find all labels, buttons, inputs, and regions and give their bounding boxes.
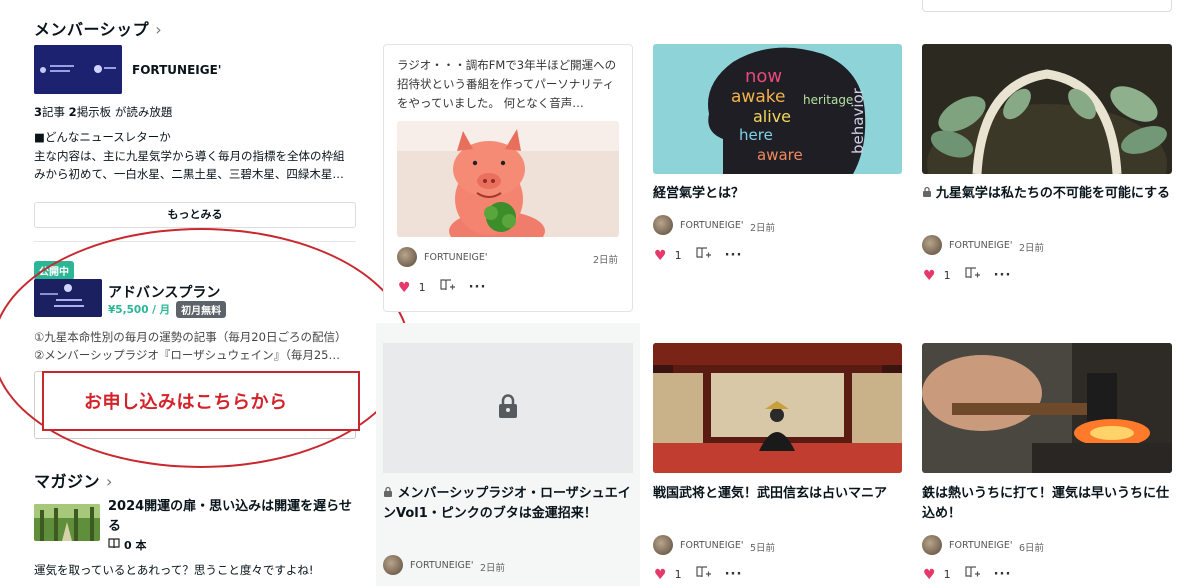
author-name[interactable]: FORTUNEIGE' — [410, 560, 474, 571]
author-name[interactable]: FORTUNEIGE' — [949, 540, 1013, 551]
magazine-heading[interactable]: マガジン › — [34, 468, 113, 492]
membership-heading[interactable]: メンバーシップ › — [34, 16, 162, 40]
card-actions: ♥ 1 ··· — [654, 247, 742, 264]
author-avatar[interactable] — [653, 215, 673, 235]
author-avatar[interactable] — [653, 535, 673, 555]
heart-icon[interactable]: ♥ — [923, 567, 936, 583]
lock-icon — [383, 486, 398, 501]
card-title[interactable]: メンバーシップラジオ・ローザシュエインVol1・ピンクのブタは金運招来！ — [383, 484, 633, 524]
like-count: 1 — [674, 249, 682, 262]
magazine-add-icon[interactable] — [964, 566, 980, 583]
svg-text:awake: awake — [731, 87, 785, 107]
magazine-excerpt: 運気を取っているとあれって？思うこと度々ですよね! — [34, 563, 314, 577]
magazine-thumbnail[interactable] — [34, 504, 100, 541]
author-avatar[interactable] — [383, 555, 403, 575]
like-count: 1 — [674, 568, 682, 581]
card-title[interactable]: 戦国武将と運気！武田信玄は占いマニア — [653, 484, 902, 504]
author-name[interactable]: FORTUNEIGE' — [949, 240, 1013, 251]
post-date: 6日前 — [1019, 543, 1045, 554]
author-avatar[interactable] — [922, 535, 942, 555]
chevron-right-icon: › — [106, 472, 113, 491]
like-count: 1 — [418, 281, 426, 294]
lock-icon — [498, 394, 518, 422]
card-actions: ♥ 1 ··· — [923, 267, 1011, 284]
membership-thumbnail[interactable] — [34, 45, 122, 94]
post-date: 2日前 — [1019, 243, 1045, 254]
magazine-count-row: 0 本 — [108, 537, 146, 553]
membership-counts: 3記事 2掲示板 が読み放題 — [34, 105, 173, 119]
card-actions: ♥ 1 ··· — [654, 566, 742, 583]
more-icon[interactable]: ··· — [725, 567, 743, 582]
post-date: 2日前 — [480, 563, 506, 574]
svg-text:now: now — [745, 66, 782, 87]
svg-text:aware: aware — [757, 146, 803, 164]
search-field-edge[interactable] — [922, 0, 1172, 12]
annotation-ellipse — [0, 228, 410, 468]
post-date: 2日前 — [750, 223, 776, 234]
locked-card-image[interactable] — [383, 343, 633, 473]
magazine-title[interactable]: 2024開運の扉・思い込みは開運を遅らせる — [108, 497, 358, 537]
more-button[interactable]: もっとみる — [34, 202, 356, 228]
membership-desc-line2: みから初めて、一白水星、二黒土星、三碧木星、四緑木星… — [34, 167, 344, 181]
magazine-add-icon[interactable] — [695, 566, 711, 583]
more-icon[interactable]: ··· — [994, 268, 1012, 283]
author-name[interactable]: FORTUNEIGE' — [424, 252, 488, 263]
apply-label: お申し込みはこちらから — [84, 392, 288, 413]
more-icon[interactable]: ··· — [469, 280, 487, 295]
more-icon[interactable]: ··· — [725, 248, 743, 263]
card-actions: ♥ 1 ··· — [923, 566, 1011, 583]
heart-icon[interactable]: ♥ — [923, 268, 936, 284]
card-image-blacksmith[interactable] — [922, 343, 1172, 473]
magazine-add-icon[interactable] — [695, 247, 711, 264]
post-date: 2日前 — [593, 255, 619, 266]
magazine-add-icon[interactable] — [964, 267, 980, 284]
svg-text:here: here — [739, 126, 773, 144]
card-image-awake[interactable]: now awake alive here aware behavior heri… — [653, 44, 902, 174]
more-icon[interactable]: ··· — [994, 567, 1012, 582]
like-count: 1 — [943, 269, 951, 282]
card-title[interactable]: 鉄は熱いうちに打て！運気は早いうちに仕込め！ — [922, 484, 1172, 524]
card-actions: ♥ 1 ··· — [398, 279, 486, 296]
magazine-add-icon[interactable] — [439, 279, 455, 296]
lock-icon — [922, 186, 936, 200]
heart-icon[interactable]: ♥ — [654, 567, 667, 583]
author-name[interactable]: FORTUNEIGE' — [680, 220, 744, 231]
book-icon — [108, 538, 120, 552]
magazine-count: 0 本 — [124, 539, 147, 552]
heart-icon[interactable]: ♥ — [654, 248, 667, 264]
svg-text:alive: alive — [753, 107, 791, 126]
card-title[interactable]: 九星氣学は私たちの不可能を可能にする — [922, 184, 1172, 204]
svg-text:heritage: heritage — [803, 93, 853, 107]
author-name[interactable]: FORTUNEIGE' — [680, 540, 744, 551]
card-image-leaves[interactable] — [922, 44, 1172, 174]
post-date: 5日前 — [750, 543, 776, 554]
card-image-pig — [397, 121, 619, 237]
heart-icon[interactable]: ♥ — [398, 280, 411, 296]
author-avatar[interactable] — [922, 235, 942, 255]
like-count: 1 — [943, 568, 951, 581]
card-image-samurai[interactable] — [653, 343, 902, 473]
card-title[interactable]: 経営氣学とは？ — [653, 184, 902, 204]
membership-desc-title: ■どんなニュースレターか — [34, 130, 171, 144]
apply-button[interactable]: お申し込みはこちらから — [42, 371, 360, 431]
author-avatar[interactable] — [397, 247, 417, 267]
membership-desc-line1: 主な内容は、主に九星気学から導く毎月の指標を全体の枠組 — [34, 149, 345, 163]
card-excerpt: ラジオ・・・調布FMで3年半ほど開運への招待状という番組を作ってパーソナリティを… — [397, 58, 617, 110]
membership-name[interactable]: FORTUNEIGE' — [132, 63, 221, 77]
chevron-right-icon: › — [155, 20, 163, 39]
